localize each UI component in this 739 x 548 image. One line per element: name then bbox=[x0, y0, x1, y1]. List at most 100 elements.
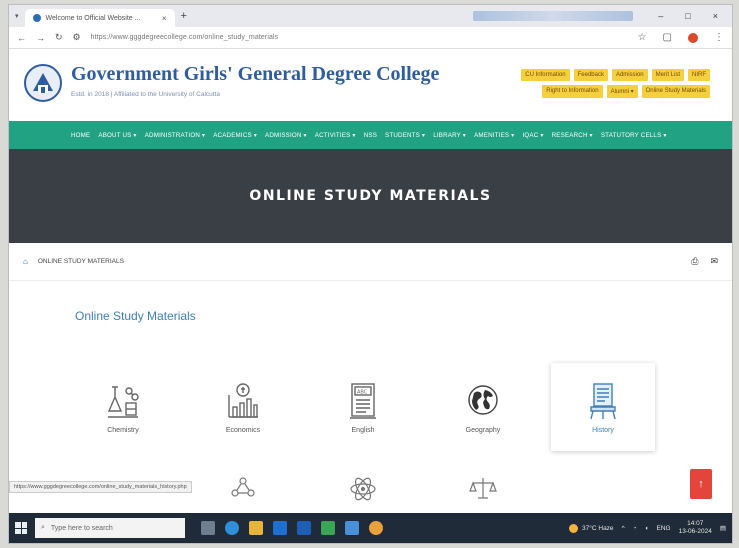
atom-icon bbox=[350, 477, 376, 501]
quick-links: CU Information Feedback Admission Merit … bbox=[500, 69, 710, 98]
taskbar-search-placeholder: Type here to search bbox=[50, 524, 113, 532]
profile-avatar[interactable] bbox=[688, 32, 698, 43]
language-indicator[interactable]: ENG bbox=[657, 525, 671, 532]
subject-card-english[interactable]: ABC English bbox=[311, 363, 415, 451]
nav-iqac[interactable]: IQAC ▾ bbox=[522, 132, 543, 139]
url-field[interactable]: https://www.gggdegreecollege.com/online_… bbox=[91, 34, 628, 41]
mail-icon[interactable] bbox=[297, 521, 311, 535]
site-info-icon[interactable]: ⚙ bbox=[73, 32, 81, 43]
breadcrumb-current: ONLINE STUDY MATERIALS bbox=[37, 258, 124, 265]
nav-academics[interactable]: ACADEMICS ▾ bbox=[213, 132, 257, 139]
svg-text:ABC: ABC bbox=[357, 389, 368, 395]
taskbar-search[interactable]: ⌕ Type here to search bbox=[35, 518, 185, 538]
nav-amenities[interactable]: AMENITIES ▾ bbox=[474, 132, 514, 139]
bookmark-star-icon[interactable]: ☆ bbox=[638, 32, 647, 43]
subject-card-history[interactable]: History bbox=[551, 363, 655, 451]
tab-close-icon[interactable]: × bbox=[162, 14, 167, 23]
app-icon[interactable] bbox=[345, 521, 359, 535]
sun-icon bbox=[569, 523, 579, 533]
network-tray-icon[interactable]: ◔ bbox=[633, 525, 637, 532]
chevron-up-icon: ↑ bbox=[698, 478, 704, 490]
title-bar-strip bbox=[472, 11, 633, 21]
home-icon[interactable]: ⌂ bbox=[23, 257, 28, 266]
subject-label: English bbox=[351, 426, 375, 434]
quick-link[interactable]: Alumni ▾ bbox=[606, 85, 638, 98]
page-title: ONLINE STUDY MATERIALS bbox=[249, 188, 492, 204]
tray-chevron-icon[interactable]: ^ bbox=[622, 525, 625, 532]
quick-link[interactable]: Admission bbox=[611, 69, 648, 81]
reload-icon[interactable]: ↻ bbox=[55, 32, 63, 43]
task-view-icon[interactable] bbox=[201, 521, 215, 535]
network-icon bbox=[231, 477, 255, 497]
browser-tab[interactable]: Welcome to Official Website ... × bbox=[24, 9, 175, 27]
subject-card-partial[interactable] bbox=[311, 467, 415, 507]
back-icon[interactable]: ← bbox=[17, 33, 26, 43]
subject-label: Geography bbox=[465, 426, 501, 434]
scroll-to-top-button[interactable]: ↑ bbox=[690, 469, 712, 499]
quick-link[interactable]: Right to Information bbox=[542, 85, 603, 98]
college-logo-icon[interactable] bbox=[23, 61, 63, 105]
site-header: Government Girls' General Degree College… bbox=[9, 49, 732, 121]
store-icon[interactable] bbox=[273, 521, 287, 535]
nav-statutory-cells[interactable]: STATUTORY CELLS ▾ bbox=[601, 132, 667, 139]
nav-nss[interactable]: NSS bbox=[364, 132, 377, 139]
breadcrumb: ⌂ ONLINE STUDY MATERIALS ⎙ ✉ bbox=[9, 243, 732, 281]
subject-label: Economics bbox=[225, 426, 261, 434]
nav-library[interactable]: LIBRARY ▾ bbox=[433, 132, 466, 139]
print-icon[interactable]: ⎙ bbox=[691, 256, 698, 267]
section-title: Online Study Materials bbox=[75, 309, 196, 323]
window-close-button[interactable]: × bbox=[713, 11, 718, 21]
nav-about-us[interactable]: ABOUT US ▾ bbox=[98, 132, 136, 139]
search-icon: ⌕ bbox=[41, 524, 45, 531]
notifications-icon[interactable]: ▤ bbox=[720, 524, 726, 532]
new-tab-button[interactable]: + bbox=[181, 10, 187, 22]
subject-cards: Chemistry Economics ABC English Geograph… bbox=[71, 363, 655, 451]
nav-home[interactable]: HOME bbox=[71, 132, 90, 139]
history-icon bbox=[590, 382, 616, 419]
subject-label: History bbox=[592, 426, 614, 434]
browser-menu-icon[interactable]: ⋮ bbox=[714, 32, 724, 43]
main-nav: HOME ABOUT US ▾ ADMINISTRATION ▾ ACADEMI… bbox=[9, 121, 732, 149]
subject-card-chemistry[interactable]: Chemistry bbox=[71, 363, 175, 451]
quick-link[interactable]: NIRF bbox=[688, 69, 710, 81]
clock[interactable]: 14:07 13-06-2024 bbox=[679, 520, 712, 536]
nav-admission[interactable]: ADMISSION ▾ bbox=[265, 132, 307, 139]
favicon-icon bbox=[32, 14, 41, 22]
extensions-icon[interactable]: ▢ bbox=[663, 32, 672, 43]
chrome-icon[interactable] bbox=[369, 521, 383, 535]
maximize-button[interactable]: □ bbox=[685, 11, 690, 21]
address-bar: ← → ↻ ⚙ https://www.gggdegreecollege.com… bbox=[9, 27, 732, 49]
email-icon[interactable]: ✉ bbox=[710, 256, 718, 267]
weather-widget[interactable]: 37°C Haze bbox=[569, 523, 614, 533]
subject-label: Chemistry bbox=[107, 426, 139, 434]
file-explorer-icon[interactable] bbox=[249, 521, 263, 535]
subject-card-economics[interactable]: Economics bbox=[191, 363, 295, 451]
subject-card-partial[interactable] bbox=[191, 467, 295, 507]
system-tray: 37°C Haze ^ ◔ ◖ ENG 14:07 13-06-2024 ▤ bbox=[569, 520, 726, 536]
scales-icon bbox=[469, 478, 497, 499]
screen: ▾ Welcome to Official Website ... × + – … bbox=[8, 4, 733, 544]
quick-link[interactable]: Merit List bbox=[651, 69, 684, 81]
quick-link[interactable]: CU Information bbox=[521, 69, 570, 81]
browser-tab-bar: ▾ Welcome to Official Website ... × + – … bbox=[9, 5, 732, 27]
nav-administration[interactable]: ADMINISTRATION ▾ bbox=[145, 132, 206, 139]
quick-link[interactable]: Online Study Materials bbox=[641, 85, 710, 98]
volume-icon[interactable]: ◖ bbox=[645, 525, 649, 532]
windows-start-icon[interactable] bbox=[15, 522, 27, 534]
taskbar-apps bbox=[201, 521, 383, 535]
subject-card-partial[interactable] bbox=[431, 467, 535, 507]
subject-card-geography[interactable]: Geography bbox=[431, 363, 535, 451]
nav-students[interactable]: STUDENTS ▾ bbox=[385, 132, 425, 139]
minimize-button[interactable]: – bbox=[658, 11, 663, 21]
tab-menu-icon[interactable]: ▾ bbox=[15, 12, 19, 20]
nav-research[interactable]: RESEARCH ▾ bbox=[552, 132, 593, 139]
college-subtitle: Estd. in 2018 | Affiliated to the Univer… bbox=[71, 91, 220, 98]
quick-link[interactable]: Feedback bbox=[573, 69, 608, 81]
college-name[interactable]: Government Girls' General Degree College bbox=[71, 63, 439, 86]
nav-activities[interactable]: ACTIVITIES ▾ bbox=[315, 132, 356, 139]
window-controls: – □ × bbox=[658, 11, 726, 21]
geography-icon bbox=[468, 384, 498, 415]
app-icon[interactable] bbox=[321, 521, 335, 535]
edge-icon[interactable] bbox=[225, 521, 239, 535]
forward-icon[interactable]: → bbox=[36, 33, 45, 43]
